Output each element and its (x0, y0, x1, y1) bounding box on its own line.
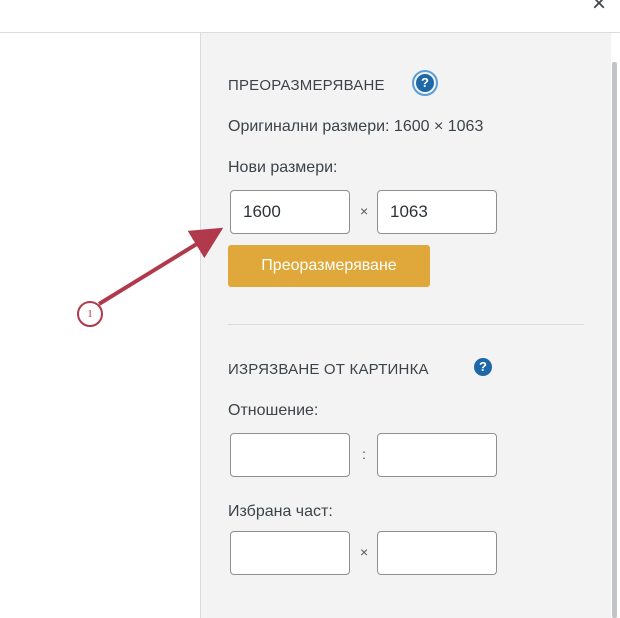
crop-section-title: ИЗРЯЗВАНЕ ОТ КАРТИНКА (228, 361, 429, 378)
aspect-ratio-label: Отношение: (228, 402, 319, 419)
resize-width-input[interactable] (230, 190, 350, 234)
selection-label: Избрана част: (228, 503, 333, 520)
close-icon[interactable]: × (584, 0, 614, 16)
new-dimensions-label: Нови размери: (228, 159, 338, 176)
aspect-ratio-height-input[interactable] (377, 433, 497, 477)
resize-height-input[interactable] (377, 190, 497, 234)
original-dimensions-label: Оригинални размери: 1600 × 1063 (228, 118, 484, 135)
ratio-separator: : (362, 446, 366, 462)
selection-width-input[interactable] (230, 531, 350, 575)
crop-help-icon[interactable]: ? (474, 358, 492, 376)
annotation-number-badge: 1 (77, 301, 103, 327)
times-separator: × (360, 203, 369, 219)
selection-times-separator: × (360, 544, 369, 560)
image-preview-area (0, 33, 200, 618)
resize-section-title: ПРЕОРАЗМЕРЯВАНЕ (228, 77, 385, 94)
scrollbar-thumb[interactable] (612, 62, 617, 618)
resize-help-icon[interactable]: ? (412, 70, 438, 96)
modal-top-bar: × (0, 0, 620, 33)
aspect-ratio-width-input[interactable] (230, 433, 350, 477)
resize-button[interactable]: Преоразмеряване (228, 245, 430, 287)
selection-height-input[interactable] (377, 531, 497, 575)
section-divider (228, 324, 584, 325)
